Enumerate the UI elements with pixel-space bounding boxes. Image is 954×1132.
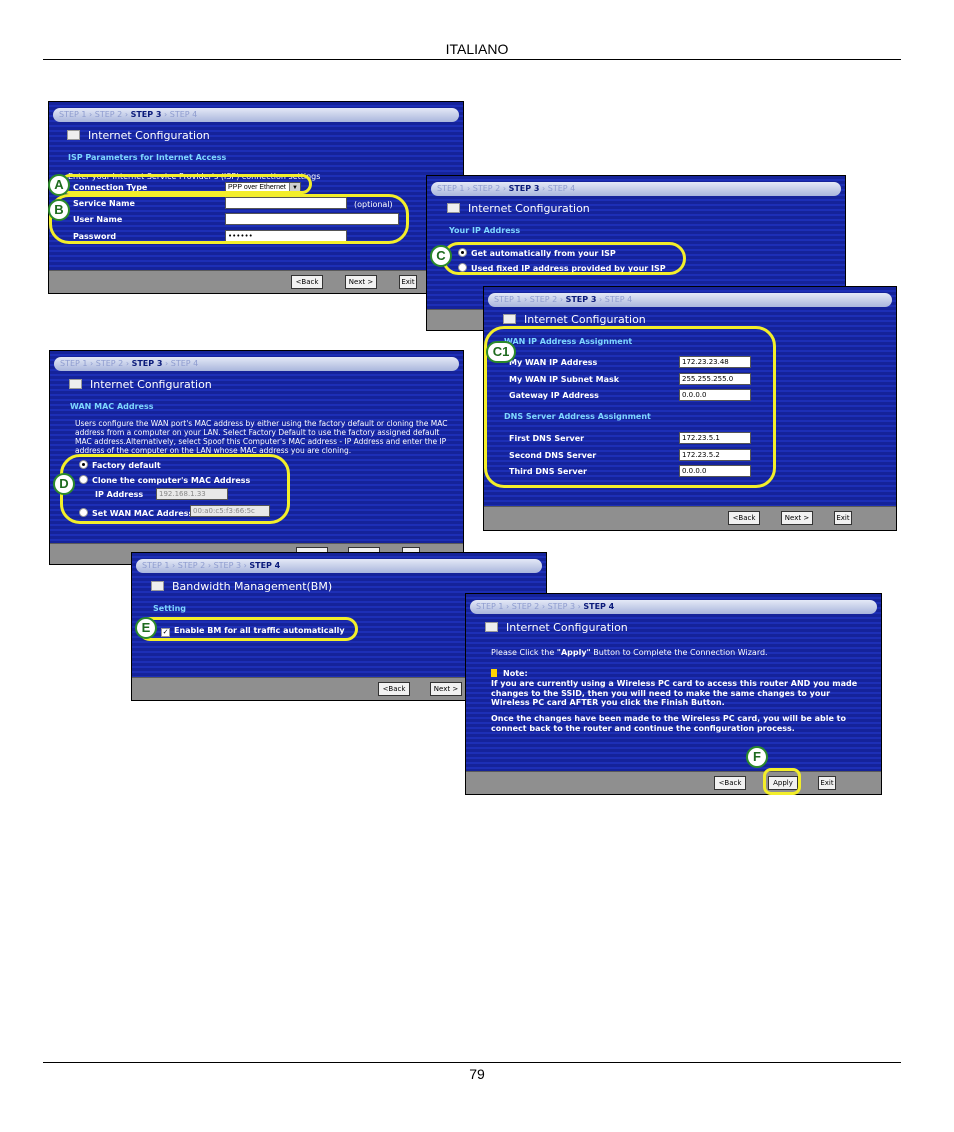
highlight-ring-c — [442, 242, 686, 275]
callout-badge-d: D — [53, 473, 75, 495]
section-heading: ISP Parameters for Internet Access — [68, 153, 227, 162]
warning-icon — [491, 669, 497, 677]
exit-button[interactable]: Exit — [834, 511, 852, 525]
note-label: Note: — [491, 669, 528, 678]
mac-description: Users configure the WAN port's MAC addre… — [75, 419, 448, 455]
section-heading: Setting — [153, 604, 186, 613]
window-title: Internet Configuration — [503, 313, 646, 326]
callout-badge-c1: C1 — [486, 341, 516, 363]
back-button[interactable]: <Back — [728, 511, 760, 525]
apply-instruction: Please Click the "Apply" Button to Compl… — [491, 648, 768, 657]
exit-button[interactable]: Exit — [818, 776, 836, 790]
callout-badge-a: A — [48, 174, 70, 196]
page-header-language: ITALIANO — [445, 41, 509, 57]
window-title: Internet Configuration — [447, 202, 590, 215]
folder-icon — [67, 130, 80, 140]
highlight-ring-a — [60, 174, 312, 194]
folder-icon — [447, 203, 460, 213]
back-button[interactable]: <Back — [714, 776, 746, 790]
header-rule — [43, 59, 901, 60]
folder-icon — [69, 379, 82, 389]
highlight-ring-e — [138, 617, 358, 641]
after-changes-text: Once the changes have been made to the W… — [491, 714, 846, 733]
wizard-step-bar: STEP 1 › STEP 2 › STEP 3 › STEP 4 — [470, 600, 877, 614]
wizard-step-bar: STEP 1 › STEP 2 › STEP 3 › STEP 4 — [431, 182, 841, 196]
callout-badge-b: B — [48, 199, 70, 221]
highlight-ring-d — [60, 454, 290, 524]
section-heading: Your IP Address — [449, 226, 521, 235]
window-title: Bandwidth Management(BM) — [151, 580, 332, 593]
next-button[interactable]: Next > — [345, 275, 377, 289]
next-button[interactable]: Next > — [430, 682, 462, 696]
wizard-step-bar: STEP 1 › STEP 2 › STEP 3 › STEP 4 — [136, 559, 542, 573]
note-text: If you are currently using a Wireless PC… — [491, 679, 858, 707]
folder-icon — [151, 581, 164, 591]
callout-badge-e: E — [135, 617, 157, 639]
exit-button[interactable]: Exit — [399, 275, 417, 289]
section-heading: WAN MAC Address — [70, 402, 154, 411]
wizard-step-bar: STEP 1 › STEP 2 › STEP 3 › STEP 4 — [54, 357, 459, 371]
window-apply-configuration: STEP 1 › STEP 2 › STEP 3 › STEP 4 Intern… — [465, 593, 882, 795]
window-title: Internet Configuration — [69, 378, 212, 391]
next-button[interactable]: Next > — [781, 511, 813, 525]
wizard-step-bar: STEP 1 › STEP 2 › STEP 3 › STEP 4 — [488, 293, 892, 307]
folder-icon — [485, 622, 498, 632]
footer-rule — [43, 1062, 901, 1063]
back-button[interactable]: <Back — [291, 275, 323, 289]
wizard-step-bar: STEP 1 › STEP 2 › STEP 3 › STEP 4 — [53, 108, 459, 122]
button-bar: <Back Next > Exit — [484, 506, 896, 530]
window-title: Internet Configuration — [485, 621, 628, 634]
folder-icon — [503, 314, 516, 324]
highlight-ring-c1 — [484, 326, 776, 488]
callout-badge-c: C — [430, 245, 452, 267]
highlight-ring-f — [763, 768, 801, 795]
button-bar: <Back Apply Exit — [466, 771, 881, 794]
callout-badge-f: F — [746, 746, 768, 768]
page-number: 79 — [469, 1066, 485, 1082]
window-title: Internet Configuration — [67, 129, 210, 142]
back-button[interactable]: <Back — [378, 682, 410, 696]
button-bar: <Back Next > Exit — [49, 270, 463, 293]
highlight-ring-b — [49, 194, 409, 244]
